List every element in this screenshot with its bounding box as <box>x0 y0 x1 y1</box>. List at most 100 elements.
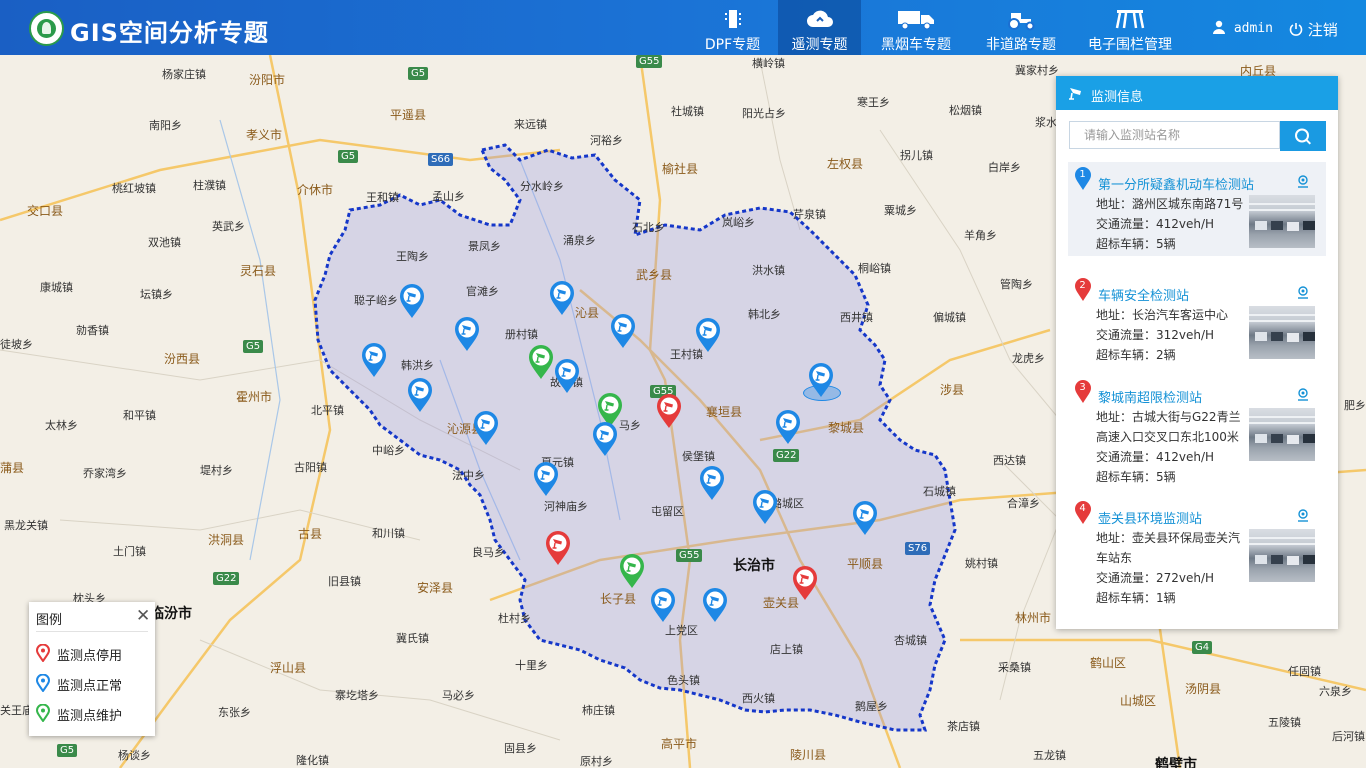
monitoring-marker-normal[interactable] <box>752 489 778 525</box>
monitoring-marker-normal[interactable] <box>610 313 636 349</box>
station-number: 3 <box>1079 382 1086 393</box>
place-label: 鹤山区 <box>1090 656 1127 670</box>
monitoring-marker-stopped[interactable] <box>792 565 818 601</box>
station-over: 超标车辆：5辆 <box>1096 470 1176 484</box>
nav-non-road[interactable]: 非道路专题 <box>974 0 1068 55</box>
place-label: 平顺县 <box>847 557 884 571</box>
place-label: 涌泉乡 <box>563 234 596 247</box>
place-label: 交口县 <box>27 204 64 218</box>
user-icon <box>1213 20 1225 34</box>
station-number: 2 <box>1079 280 1086 291</box>
nav-geofence[interactable]: 电子围栏管理 <box>1078 0 1182 55</box>
place-label: 桐峪镇 <box>858 262 891 275</box>
place-label: 太林乡 <box>45 419 78 432</box>
monitoring-marker-normal[interactable] <box>554 358 580 394</box>
monitoring-marker-normal[interactable] <box>852 500 878 536</box>
nav-telemetry[interactable]: 遥测专题 <box>778 0 861 55</box>
map-pin-icon <box>36 674 50 692</box>
place-label: 坛镇乡 <box>140 288 173 301</box>
legend-divider <box>36 631 148 632</box>
monitor-pin-icon <box>550 281 574 315</box>
place-label: 桃红坡镇 <box>112 182 156 195</box>
monitor-pin-icon <box>793 566 817 600</box>
place-label: 屯留区 <box>651 505 684 518</box>
place-label: 龙虎乡 <box>1012 352 1045 365</box>
nav-label: 电子围栏管理 <box>1088 37 1172 53</box>
place-label: 鹅屋乡 <box>855 700 888 713</box>
monitoring-marker-stopped[interactable] <box>545 530 571 566</box>
station-item[interactable]: 1 第一分所疑鑫机动车检测站 地址：潞州区城东南路71号 交通流量：412veh… <box>1068 162 1326 256</box>
monitoring-marker-normal[interactable] <box>361 342 387 378</box>
place-label: 十里乡 <box>515 659 548 672</box>
nav-black-smoke[interactable]: 黑烟车专题 <box>866 0 966 55</box>
search-button[interactable] <box>1280 121 1326 151</box>
monitor-pin-icon <box>753 490 777 524</box>
place-label: 古阳镇 <box>294 461 327 474</box>
place-label: 黎城县 <box>828 421 865 435</box>
station-address: 地址：长治汽车客运中心 <box>1096 308 1229 322</box>
monitoring-info-panel: 监测信息 1 第一分所疑鑫机动车检测站 地址：潞州区城东南路71号 交通流量：4… <box>1056 76 1338 629</box>
place-label: 合漳乡 <box>1007 497 1040 510</box>
nav-dpf[interactable]: DPF专题 <box>690 0 775 55</box>
monitoring-marker-maintain[interactable] <box>528 344 554 380</box>
monitoring-marker-normal[interactable] <box>549 280 575 316</box>
station-item[interactable]: 4 壶关县环境监测站 地址：壶关县环保局壶关汽车站东 交通流量：272veh/H… <box>1068 496 1326 612</box>
station-item[interactable]: 3 黎城南超限检测站 地址：古城大街与G22青兰高速入口交叉口东北100米 交通… <box>1068 375 1326 491</box>
place-label: 隆化镇 <box>296 754 329 767</box>
monitoring-marker-normal[interactable] <box>454 316 480 352</box>
station-item[interactable]: 2 车辆安全检测站 地址：长治汽车客运中心 交通流量：312veh/H 超标车辆… <box>1068 273 1326 367</box>
station-photo <box>1249 529 1315 582</box>
place-label: 安泽县 <box>417 581 454 595</box>
monitor-pin-icon <box>408 378 432 412</box>
monitoring-marker-normal[interactable] <box>533 461 559 497</box>
monitoring-marker-normal[interactable] <box>650 587 676 623</box>
locate-icon[interactable] <box>1297 175 1309 189</box>
station-over: 超标车辆：5辆 <box>1096 237 1176 251</box>
place-label: 浆水 <box>1035 116 1057 129</box>
locate-icon[interactable] <box>1297 286 1309 300</box>
monitoring-marker-normal[interactable] <box>407 377 433 413</box>
place-label: 霍州市 <box>236 390 273 404</box>
place-label: 原村乡 <box>580 755 613 768</box>
monitoring-marker-maintain[interactable] <box>619 553 645 589</box>
place-label: 孝义市 <box>246 128 283 142</box>
monitoring-marker-normal[interactable] <box>808 362 834 398</box>
place-label: 杏城镇 <box>894 634 927 647</box>
monitor-pin-icon <box>546 531 570 565</box>
monitor-pin-icon <box>696 318 720 352</box>
legend-title: 图例 <box>36 613 63 628</box>
locate-icon[interactable] <box>1297 388 1309 402</box>
place-label: 阳光占乡 <box>742 107 786 120</box>
monitoring-marker-normal[interactable] <box>702 587 728 623</box>
logout-button[interactable]: 注销 <box>1289 19 1338 40</box>
place-label: 官滩乡 <box>466 285 499 298</box>
place-label: 色头镇 <box>667 674 700 687</box>
place-label: 陵川县 <box>790 748 827 762</box>
place-label: 堤村乡 <box>200 464 233 477</box>
monitoring-marker-normal[interactable] <box>399 283 425 319</box>
highway-shield: G55 <box>676 549 703 562</box>
dpf-filter-icon <box>724 10 741 28</box>
monitoring-marker-normal[interactable] <box>775 409 801 445</box>
monitoring-marker-stopped[interactable] <box>656 393 682 429</box>
user-menu[interactable]: admin <box>1212 20 1273 36</box>
highway-shield: G22 <box>213 572 240 585</box>
monitoring-marker-normal[interactable] <box>592 421 618 457</box>
place-label: 洪水镇 <box>752 264 785 277</box>
place-label: 康城镇 <box>40 281 73 294</box>
station-name: 黎城南超限检测站 <box>1098 391 1203 406</box>
locate-icon[interactable] <box>1297 509 1309 523</box>
legend-close-button[interactable]: ✕ <box>136 606 150 626</box>
place-label: 柱濮镇 <box>193 179 226 192</box>
panel-header: 监测信息 <box>1056 76 1338 110</box>
highway-shield: G5 <box>408 67 429 80</box>
monitoring-marker-normal[interactable] <box>699 465 725 501</box>
place-label: 浮山县 <box>270 661 307 675</box>
monitoring-marker-normal[interactable] <box>473 410 499 446</box>
station-search-input[interactable] <box>1069 121 1280 149</box>
place-label: 韩北乡 <box>748 308 781 321</box>
place-label: 横岭镇 <box>752 57 785 70</box>
monitor-pin-icon <box>809 363 833 397</box>
place-label: 管陶乡 <box>1000 278 1033 291</box>
monitoring-marker-normal[interactable] <box>695 317 721 353</box>
